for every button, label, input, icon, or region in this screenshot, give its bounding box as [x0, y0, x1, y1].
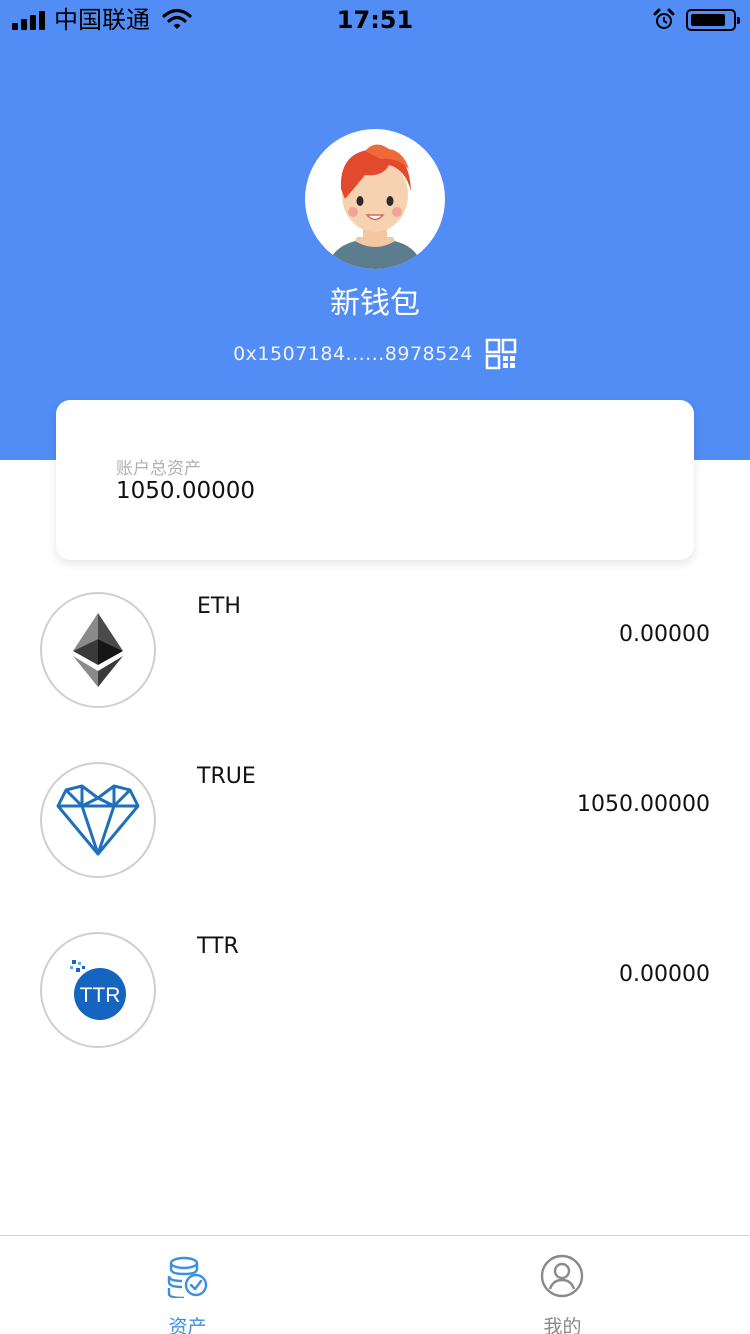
ttr-icon: TTR	[70, 960, 126, 1020]
total-assets-label: 账户总资产	[116, 459, 201, 479]
token-amount: 0.00000	[619, 962, 710, 987]
diamond-heart-icon	[56, 784, 140, 856]
token-symbol: ETH	[197, 594, 241, 619]
total-assets-card: 账户总资产 1050.00000	[56, 400, 694, 560]
ethereum-icon	[73, 613, 123, 687]
user-icon	[540, 1254, 584, 1298]
alarm-icon	[653, 8, 675, 29]
token-amount: 1050.00000	[577, 792, 710, 817]
tab-mine[interactable]: 我的	[375, 1236, 750, 1334]
token-amount: 0.00000	[619, 622, 710, 647]
status-bar: 中国联通 17:51	[0, 0, 750, 40]
token-symbol: TTR	[197, 934, 239, 959]
tab-label: 资产	[168, 1316, 207, 1334]
token-logo: TTR	[40, 932, 156, 1048]
avatar[interactable]	[305, 129, 445, 269]
avatar-face-icon	[327, 144, 423, 269]
token-logo	[40, 762, 156, 878]
tab-bar: 资产 我的	[0, 1235, 750, 1334]
wallet-address[interactable]: 0x1507184......8978524	[233, 343, 473, 365]
token-symbol: TRUE	[197, 764, 256, 789]
tab-label: 我的	[543, 1316, 582, 1334]
ttr-icon-text: TTR	[80, 984, 121, 1007]
wallet-name: 新钱包	[330, 286, 420, 321]
status-time: 17:51	[336, 6, 414, 34]
qr-code-icon[interactable]	[485, 338, 517, 370]
token-row-ttr[interactable]: TTR TTR 0.00000	[0, 932, 750, 1052]
battery-icon	[686, 9, 740, 31]
token-logo	[40, 592, 156, 708]
tab-assets[interactable]: 资产	[0, 1236, 375, 1334]
coins-icon	[167, 1256, 208, 1298]
total-assets-value: 1050.00000	[116, 478, 256, 504]
address-row: 0x1507184......8978524	[0, 338, 750, 370]
token-row-eth[interactable]: ETH 0.00000	[0, 592, 750, 712]
token-row-true[interactable]: TRUE 1050.00000	[0, 762, 750, 882]
